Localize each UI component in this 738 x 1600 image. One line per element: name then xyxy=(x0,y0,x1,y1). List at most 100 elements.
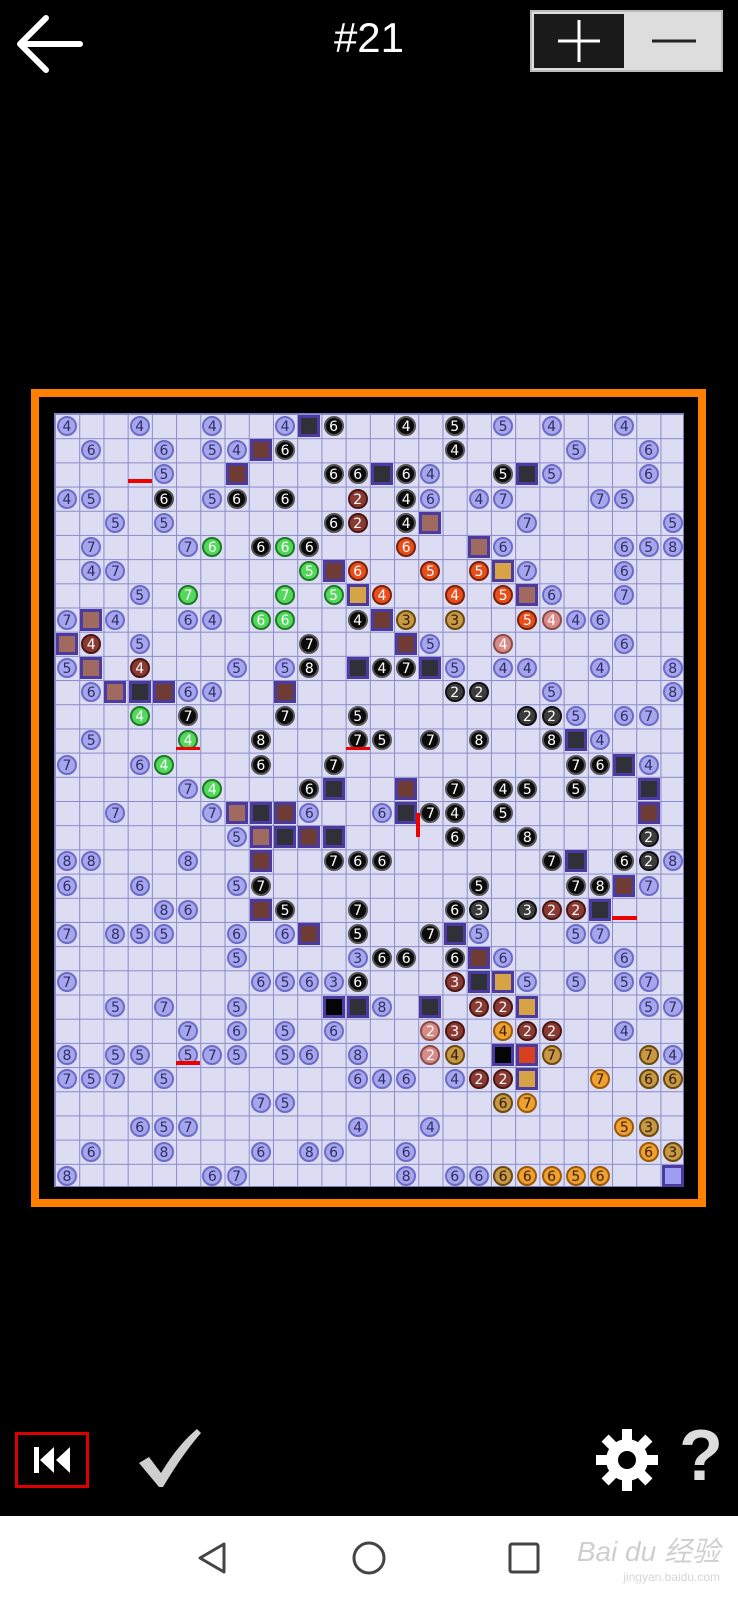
help-button[interactable]: ? xyxy=(676,1415,726,1496)
filled-cell[interactable] xyxy=(80,608,103,631)
number-clue[interactable]: 8 xyxy=(250,730,271,751)
number-clue[interactable]: 3 xyxy=(323,972,344,993)
number-clue[interactable]: 6 xyxy=(638,1141,659,1162)
number-clue[interactable]: 7 xyxy=(57,972,77,993)
number-clue[interactable]: 7 xyxy=(541,1044,562,1065)
number-clue[interactable]: 3 xyxy=(662,1141,683,1162)
number-clue[interactable]: 3 xyxy=(396,609,417,630)
number-clue[interactable]: 7 xyxy=(420,923,441,944)
number-clue[interactable]: 6 xyxy=(444,948,465,969)
filled-cell[interactable] xyxy=(613,753,636,776)
filled-cell[interactable] xyxy=(346,995,369,1018)
number-clue[interactable]: 5 xyxy=(129,633,150,654)
number-clue[interactable]: 6 xyxy=(372,851,392,872)
number-clue[interactable]: 2 xyxy=(517,1020,538,1041)
number-clue[interactable]: 5 xyxy=(226,657,247,678)
number-clue[interactable]: 7 xyxy=(250,1093,271,1114)
number-clue[interactable]: 5 xyxy=(105,996,126,1017)
filled-cell[interactable] xyxy=(346,656,369,679)
number-clue[interactable]: 7 xyxy=(590,488,611,509)
number-clue[interactable]: 4 xyxy=(565,609,586,630)
number-clue[interactable]: 6 xyxy=(396,1141,417,1162)
number-clue[interactable]: 5 xyxy=(444,657,465,678)
filled-cell[interactable] xyxy=(395,632,418,655)
number-clue[interactable]: 6 xyxy=(541,1165,562,1186)
number-clue[interactable]: 7 xyxy=(638,875,659,896)
number-clue[interactable]: 5 xyxy=(153,923,174,944)
number-clue[interactable]: 5 xyxy=(565,778,586,799)
number-clue[interactable]: 6 xyxy=(347,851,368,872)
number-clue[interactable]: 2 xyxy=(420,1044,441,1065)
number-clue[interactable]: 6 xyxy=(493,536,514,557)
number-clue[interactable]: 5 xyxy=(275,657,296,678)
number-clue[interactable]: 7 xyxy=(565,875,586,896)
number-clue[interactable]: 6 xyxy=(541,585,562,606)
number-clue[interactable]: 5 xyxy=(493,803,514,823)
number-clue[interactable]: 7 xyxy=(178,585,199,606)
number-clue[interactable]: 4 xyxy=(57,488,77,509)
number-clue[interactable]: 7 xyxy=(57,923,77,944)
number-clue[interactable]: 5 xyxy=(565,923,586,944)
number-clue[interactable]: 5 xyxy=(105,512,126,533)
number-clue[interactable]: 5 xyxy=(153,512,174,533)
number-clue[interactable]: 4 xyxy=(202,778,223,799)
filled-cell[interactable] xyxy=(613,874,636,897)
number-clue[interactable]: 4 xyxy=(396,512,417,533)
number-clue[interactable]: 4 xyxy=(614,416,635,436)
number-clue[interactable]: 6 xyxy=(347,1069,368,1090)
filled-cell[interactable] xyxy=(80,656,103,679)
rewind-button[interactable] xyxy=(15,1432,89,1488)
number-clue[interactable]: 6 xyxy=(299,803,320,823)
number-clue[interactable]: 5 xyxy=(517,972,538,993)
number-clue[interactable]: 5 xyxy=(565,440,586,461)
filled-cell[interactable] xyxy=(467,971,490,994)
number-clue[interactable]: 7 xyxy=(493,488,514,509)
number-clue[interactable]: 7 xyxy=(638,706,659,727)
filled-cell[interactable] xyxy=(419,656,442,679)
number-clue[interactable]: 6 xyxy=(299,1044,320,1065)
number-clue[interactable]: 5 xyxy=(614,488,635,509)
check-button[interactable] xyxy=(135,1425,205,1495)
number-clue[interactable]: 5 xyxy=(226,996,247,1017)
nav-home-button[interactable] xyxy=(347,1536,391,1580)
number-clue[interactable]: 4 xyxy=(275,416,296,436)
filled-cell[interactable] xyxy=(371,608,393,631)
filled-cell[interactable] xyxy=(274,826,297,849)
number-clue[interactable]: 5 xyxy=(275,972,296,993)
number-clue[interactable]: 6 xyxy=(444,1165,465,1186)
number-clue[interactable]: 6 xyxy=(81,682,102,703)
number-clue[interactable]: 4 xyxy=(226,440,247,461)
number-clue[interactable]: 4 xyxy=(614,1020,635,1041)
number-clue[interactable]: 7 xyxy=(202,1044,223,1065)
number-clue[interactable]: 4 xyxy=(372,1069,392,1090)
number-clue[interactable]: 8 xyxy=(590,875,611,896)
number-clue[interactable]: 4 xyxy=(541,609,562,630)
number-clue[interactable]: 5 xyxy=(202,488,223,509)
number-clue[interactable]: 6 xyxy=(468,1165,489,1186)
number-clue[interactable]: 6 xyxy=(129,754,150,775)
number-clue[interactable]: 4 xyxy=(517,657,538,678)
number-clue[interactable]: 6 xyxy=(178,609,199,630)
filled-cell[interactable] xyxy=(225,463,248,486)
number-clue[interactable]: 4 xyxy=(444,585,465,606)
number-clue[interactable]: 6 xyxy=(396,948,417,969)
number-clue[interactable]: 5 xyxy=(323,585,344,606)
number-clue[interactable]: 4 xyxy=(347,1117,368,1138)
number-clue[interactable]: 5 xyxy=(565,706,586,727)
number-clue[interactable]: 6 xyxy=(590,754,611,775)
number-clue[interactable]: 6 xyxy=(202,536,223,557)
puzzle-grid[interactable]: 4444645544665464565666455645656624647755… xyxy=(54,413,684,1187)
number-clue[interactable]: 5 xyxy=(226,875,247,896)
number-clue[interactable]: 5 xyxy=(420,561,441,582)
number-clue[interactable]: 4 xyxy=(420,1117,441,1138)
number-clue[interactable]: 5 xyxy=(129,923,150,944)
number-clue[interactable]: 6 xyxy=(178,899,199,920)
number-clue[interactable]: 8 xyxy=(299,657,320,678)
number-clue[interactable]: 5 xyxy=(444,416,465,436)
number-clue[interactable]: 4 xyxy=(129,657,150,678)
number-clue[interactable]: 8 xyxy=(105,923,126,944)
number-clue[interactable]: 6 xyxy=(323,1020,344,1041)
number-clue[interactable]: 8 xyxy=(347,1044,368,1065)
filled-cell[interactable] xyxy=(322,560,345,583)
filled-cell[interactable] xyxy=(419,511,442,534)
